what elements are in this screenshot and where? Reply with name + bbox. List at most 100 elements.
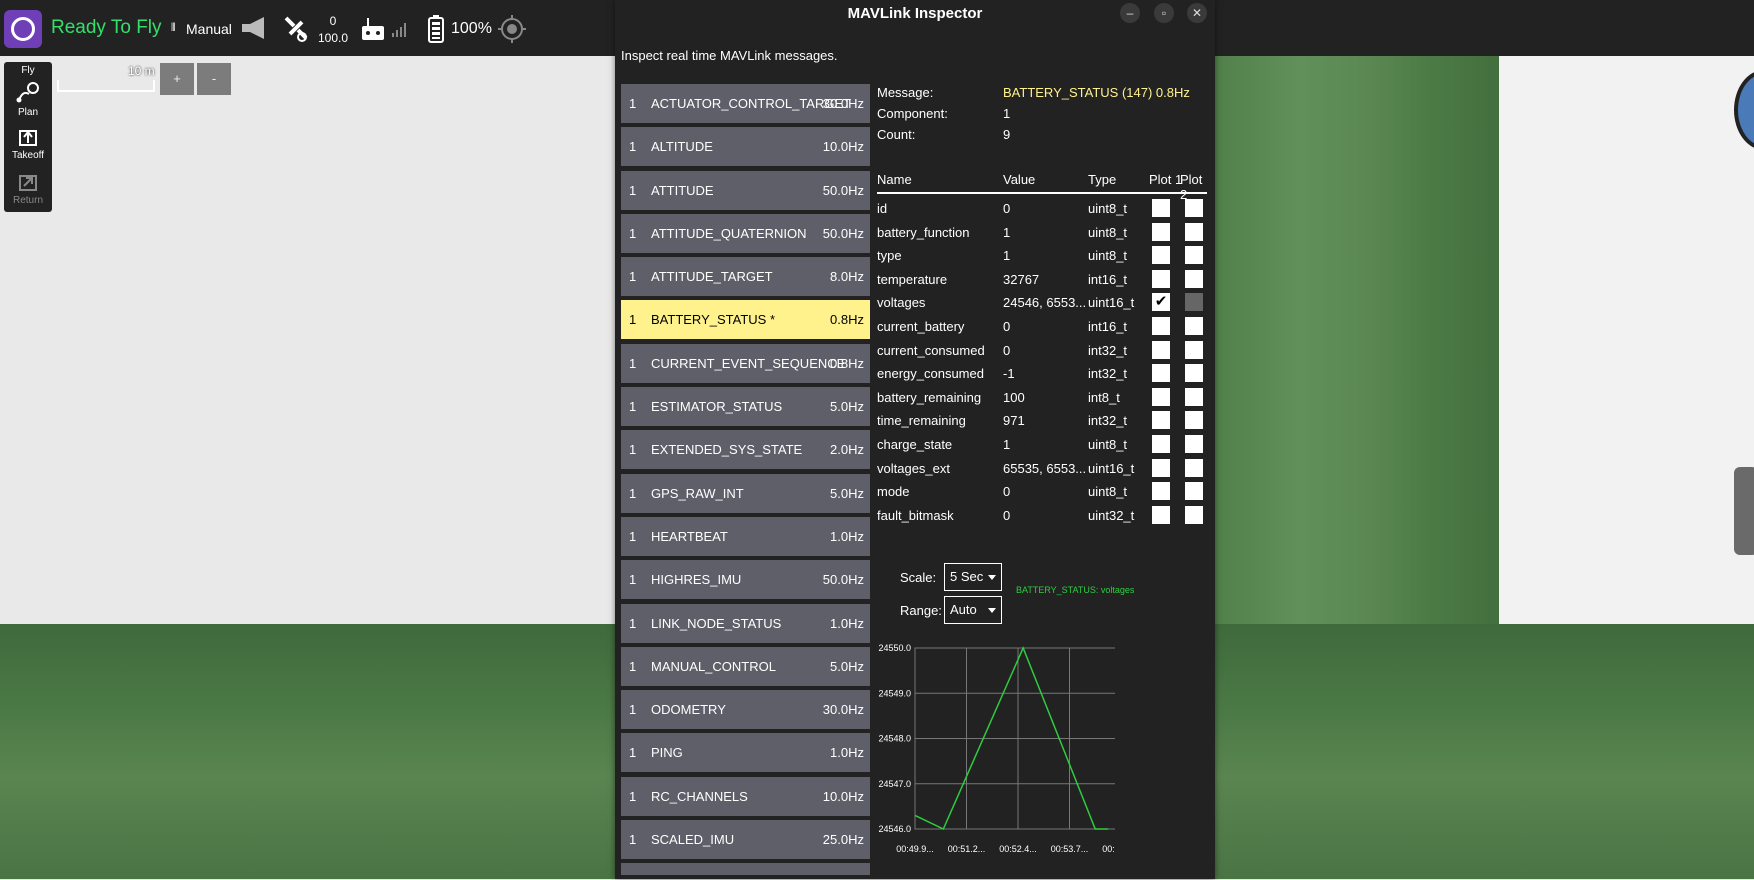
field-row: mode 0 uint8_t [877,480,1207,504]
map-right-area[interactable] [1499,56,1754,624]
flight-mode[interactable]: Manual [186,21,232,37]
field-row: temperature 32767 int16_t [877,268,1207,292]
range-combo[interactable]: Auto [944,596,1002,624]
y-tick-label: 24549.0 [878,688,911,698]
satellite-icon[interactable] [280,12,312,44]
plot1-checkbox[interactable] [1152,411,1170,430]
plot1-checkbox[interactable] [1152,364,1170,383]
minimize-button[interactable]: – [1120,3,1140,23]
field-value: 0 [1003,342,1011,358]
field-name: type [877,248,902,264]
field-row: battery_function 1 uint8_t [877,221,1207,245]
mavlink-inspector-window: MAVLink Inspector – ▫ ✕ Inspect real tim… [615,0,1215,879]
message-row[interactable]: 1 MANUAL_CONTROL 5.0Hz [621,646,870,686]
plot1-checkbox[interactable] [1152,340,1170,359]
plot1-checkbox[interactable] [1152,222,1170,241]
takeoff-icon [19,130,37,146]
message-row[interactable]: 1 ATTITUDE_QUATERNION 50.0Hz [621,213,870,253]
field-value: 24546, 6553... [1003,295,1087,311]
message-row[interactable]: 1 ESTIMATOR_STATUS 5.0Hz [621,387,870,427]
field-row: current_battery 0 int16_t [877,315,1207,339]
megaphone-icon[interactable] [238,14,272,42]
scale-value: 5 Sec [950,569,984,584]
message-name: LINK_NODE_STATUS [651,615,782,631]
map-satellite-strip[interactable] [1214,56,1499,624]
zoom-out-button[interactable]: - [197,63,231,95]
plot2-checkbox[interactable] [1185,222,1203,241]
plot2-checkbox[interactable] [1185,246,1203,265]
message-row[interactable]: 1 LINK_NODE_STATUS 1.0Hz [621,603,870,643]
field-value: 32767 [1003,271,1040,287]
message-row[interactable]: 1 BATTERY_STATUS * 0.8Hz [621,300,870,340]
message-name: CURRENT_EVENT_SEQUENCE [651,355,846,371]
gps-target-icon[interactable] [498,15,526,43]
return-tool[interactable]: Return [4,172,52,206]
gps-readout: 0 100.0 [318,13,348,47]
message-row[interactable]: 1 SCALED_IMU 25.0Hz [621,820,870,860]
plot2-checkbox[interactable] [1185,411,1203,430]
rc-transmitter-icon[interactable] [360,16,386,42]
field-value: 1 [1003,437,1011,452]
message-row[interactable]: 1 RC_CHANNELS 10.0Hz [621,776,870,816]
takeoff-label: Takeoff [11,150,45,161]
plot1-checkbox[interactable] [1152,435,1170,453]
message-row[interactable]: 1 ODOMETRY 30.0Hz [621,690,870,730]
scale-combo[interactable]: 5 Sec [944,563,1002,591]
message-row[interactable]: 1 ATTITUDE_TARGET 8.0Hz [621,257,870,297]
plan-label: Plan [17,107,38,118]
message-component: 1 [629,702,637,718]
plot2-checkbox[interactable] [1185,458,1203,477]
field-value: 1 [1003,248,1011,264]
battery-percent[interactable]: 100% [451,20,492,38]
message-name: ODOMETRY [651,702,726,718]
plot1-checkbox[interactable] [1152,505,1170,524]
plot1-checkbox[interactable] [1152,269,1170,288]
plot2-checkbox[interactable] [1185,340,1203,359]
plot1-checkbox[interactable] [1152,482,1170,501]
plot1-checkbox[interactable] [1152,387,1170,406]
plot2-checkbox[interactable] [1185,364,1203,383]
plot1-checkbox[interactable] [1152,246,1170,265]
plot2-checkbox[interactable] [1185,199,1203,217]
message-row[interactable]: 1 PING 1.0Hz [621,733,870,773]
fly-tool[interactable]: Fly [4,65,52,76]
maximize-button[interactable]: ▫ [1154,3,1174,23]
plot2-checkbox[interactable] [1185,435,1203,453]
message-name: GPS_RAW_INT [651,485,744,501]
message-rate: 8.0Hz [830,269,864,285]
vehicle-status[interactable]: Ready To Fly [51,17,162,39]
field-name: battery_remaining [877,389,982,405]
message-row[interactable]: 1 HIGHRES_IMU 50.0Hz [621,560,870,600]
message-row[interactable]: 1 HEARTBEAT 1.0Hz [621,516,870,556]
message-row-partial[interactable] [621,863,870,876]
plot2-checkbox[interactable] [1185,317,1203,335]
plan-tool[interactable]: Plan [4,80,52,118]
x-tick-label: 00:49.9... [896,844,934,854]
message-row[interactable]: 1 ACTUATOR_CONTROL_TARGET 30.0Hz [621,84,870,123]
battery-icon[interactable] [428,14,444,44]
right-panel-handle[interactable] [1734,467,1754,555]
qgc-logo-icon[interactable] [4,10,42,48]
message-row[interactable]: 1 CURRENT_EVENT_SEQUENCE 0.8Hz [621,343,870,383]
plot2-checkbox[interactable] [1185,387,1203,406]
plot2-checkbox[interactable] [1185,293,1203,312]
plot2-checkbox[interactable] [1185,269,1203,288]
message-name: BATTERY_STATUS * [651,312,776,328]
takeoff-tool[interactable]: Takeoff [4,127,52,161]
message-row[interactable]: 1 ATTITUDE 50.0Hz [621,170,870,210]
message-name: HIGHRES_IMU [651,572,742,588]
close-button[interactable]: ✕ [1187,3,1207,23]
plot1-checkbox[interactable] [1152,458,1170,477]
fly-label: Fly [21,65,35,76]
message-name: SCALED_IMU [651,832,735,848]
message-row[interactable]: 1 GPS_RAW_INT 5.0Hz [621,473,870,513]
plot1-checkbox[interactable] [1152,317,1170,335]
plot2-checkbox[interactable] [1185,505,1203,524]
plot1-checkbox[interactable]: ✔ [1152,293,1170,312]
message-row[interactable]: 1 ALTITUDE 10.0Hz [621,127,870,167]
plot2-checkbox[interactable] [1185,482,1203,501]
zoom-in-button[interactable]: + [160,63,194,95]
field-value: 1 [1003,224,1011,240]
plot1-checkbox[interactable] [1152,199,1170,217]
message-row[interactable]: 1 EXTENDED_SYS_STATE 2.0Hz [621,430,870,470]
